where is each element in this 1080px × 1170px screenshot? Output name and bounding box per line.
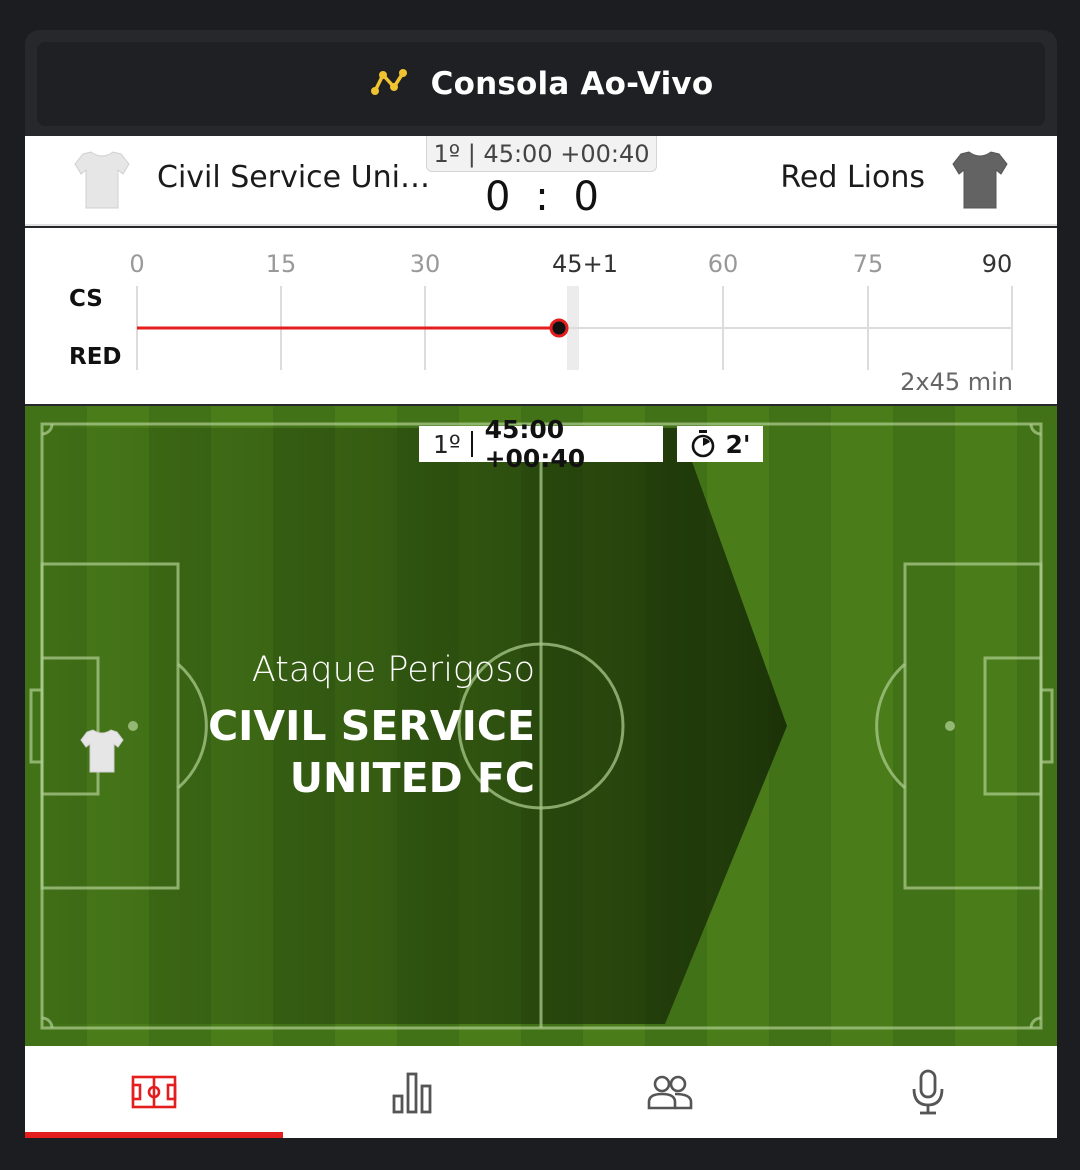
tab-lineups[interactable] bbox=[541, 1046, 799, 1138]
away-team-name: Red Lions bbox=[780, 160, 925, 195]
score-separator: : bbox=[535, 174, 549, 220]
bar-chart-icon bbox=[392, 1072, 432, 1114]
event-team-line2: UNITED FC bbox=[289, 754, 535, 802]
players-icon bbox=[647, 1075, 693, 1110]
score-bar: Civil Service Uni… 1º | 45:00 +00:40 0 :… bbox=[25, 136, 1057, 226]
timeline-current-marker bbox=[549, 318, 569, 338]
pitch-period: 1º bbox=[433, 429, 461, 459]
event-title: Ataque Perigoso bbox=[251, 650, 535, 690]
tab-bar bbox=[25, 1046, 1057, 1138]
microphone-icon bbox=[912, 1069, 944, 1115]
pitch-clock: 45:00 +00:40 bbox=[484, 415, 586, 473]
tab-pitch[interactable] bbox=[25, 1046, 283, 1138]
pitch-view: 1º 45:00 +00:40 2' Ataque Perigoso CIVIL… bbox=[25, 406, 1057, 1046]
event-team: CIVIL SERVICE UNITED FC bbox=[208, 700, 535, 804]
pitch-clock-box: 1º 45:00 +00:40 bbox=[419, 415, 663, 473]
pitch-icon bbox=[131, 1075, 177, 1109]
stopwatch-icon bbox=[692, 430, 715, 458]
live-graph-icon bbox=[369, 67, 409, 101]
match-clock: 1º | 45:00 +00:40 bbox=[426, 136, 657, 172]
home-score: 0 bbox=[485, 174, 511, 220]
match-timeline: 0 15 30 45+1 60 75 90 CS RED 2x45 min bbox=[25, 228, 1057, 404]
scoreline: 0 : 0 bbox=[485, 174, 599, 220]
match-duration: 2x45 min bbox=[900, 368, 1013, 396]
home-team-name: Civil Service Uni… bbox=[157, 160, 430, 195]
tab-stats[interactable] bbox=[283, 1046, 541, 1138]
away-shirt-icon bbox=[952, 151, 1008, 209]
football-pitch bbox=[25, 406, 1057, 1046]
live-console-widget: Consola Ao-Vivo Civil Service Uni… 1º | … bbox=[25, 30, 1057, 1138]
tab-commentary[interactable] bbox=[799, 1046, 1057, 1138]
console-header: Consola Ao-Vivo bbox=[37, 42, 1045, 126]
pitch-timer-box: 2' bbox=[677, 426, 763, 462]
pitch-timer-value: 2' bbox=[725, 429, 751, 459]
event-team-line1: CIVIL SERVICE bbox=[208, 702, 535, 750]
away-score: 0 bbox=[573, 174, 599, 220]
header-title: Consola Ao-Vivo bbox=[430, 66, 714, 102]
home-shirt-icon bbox=[74, 151, 130, 209]
